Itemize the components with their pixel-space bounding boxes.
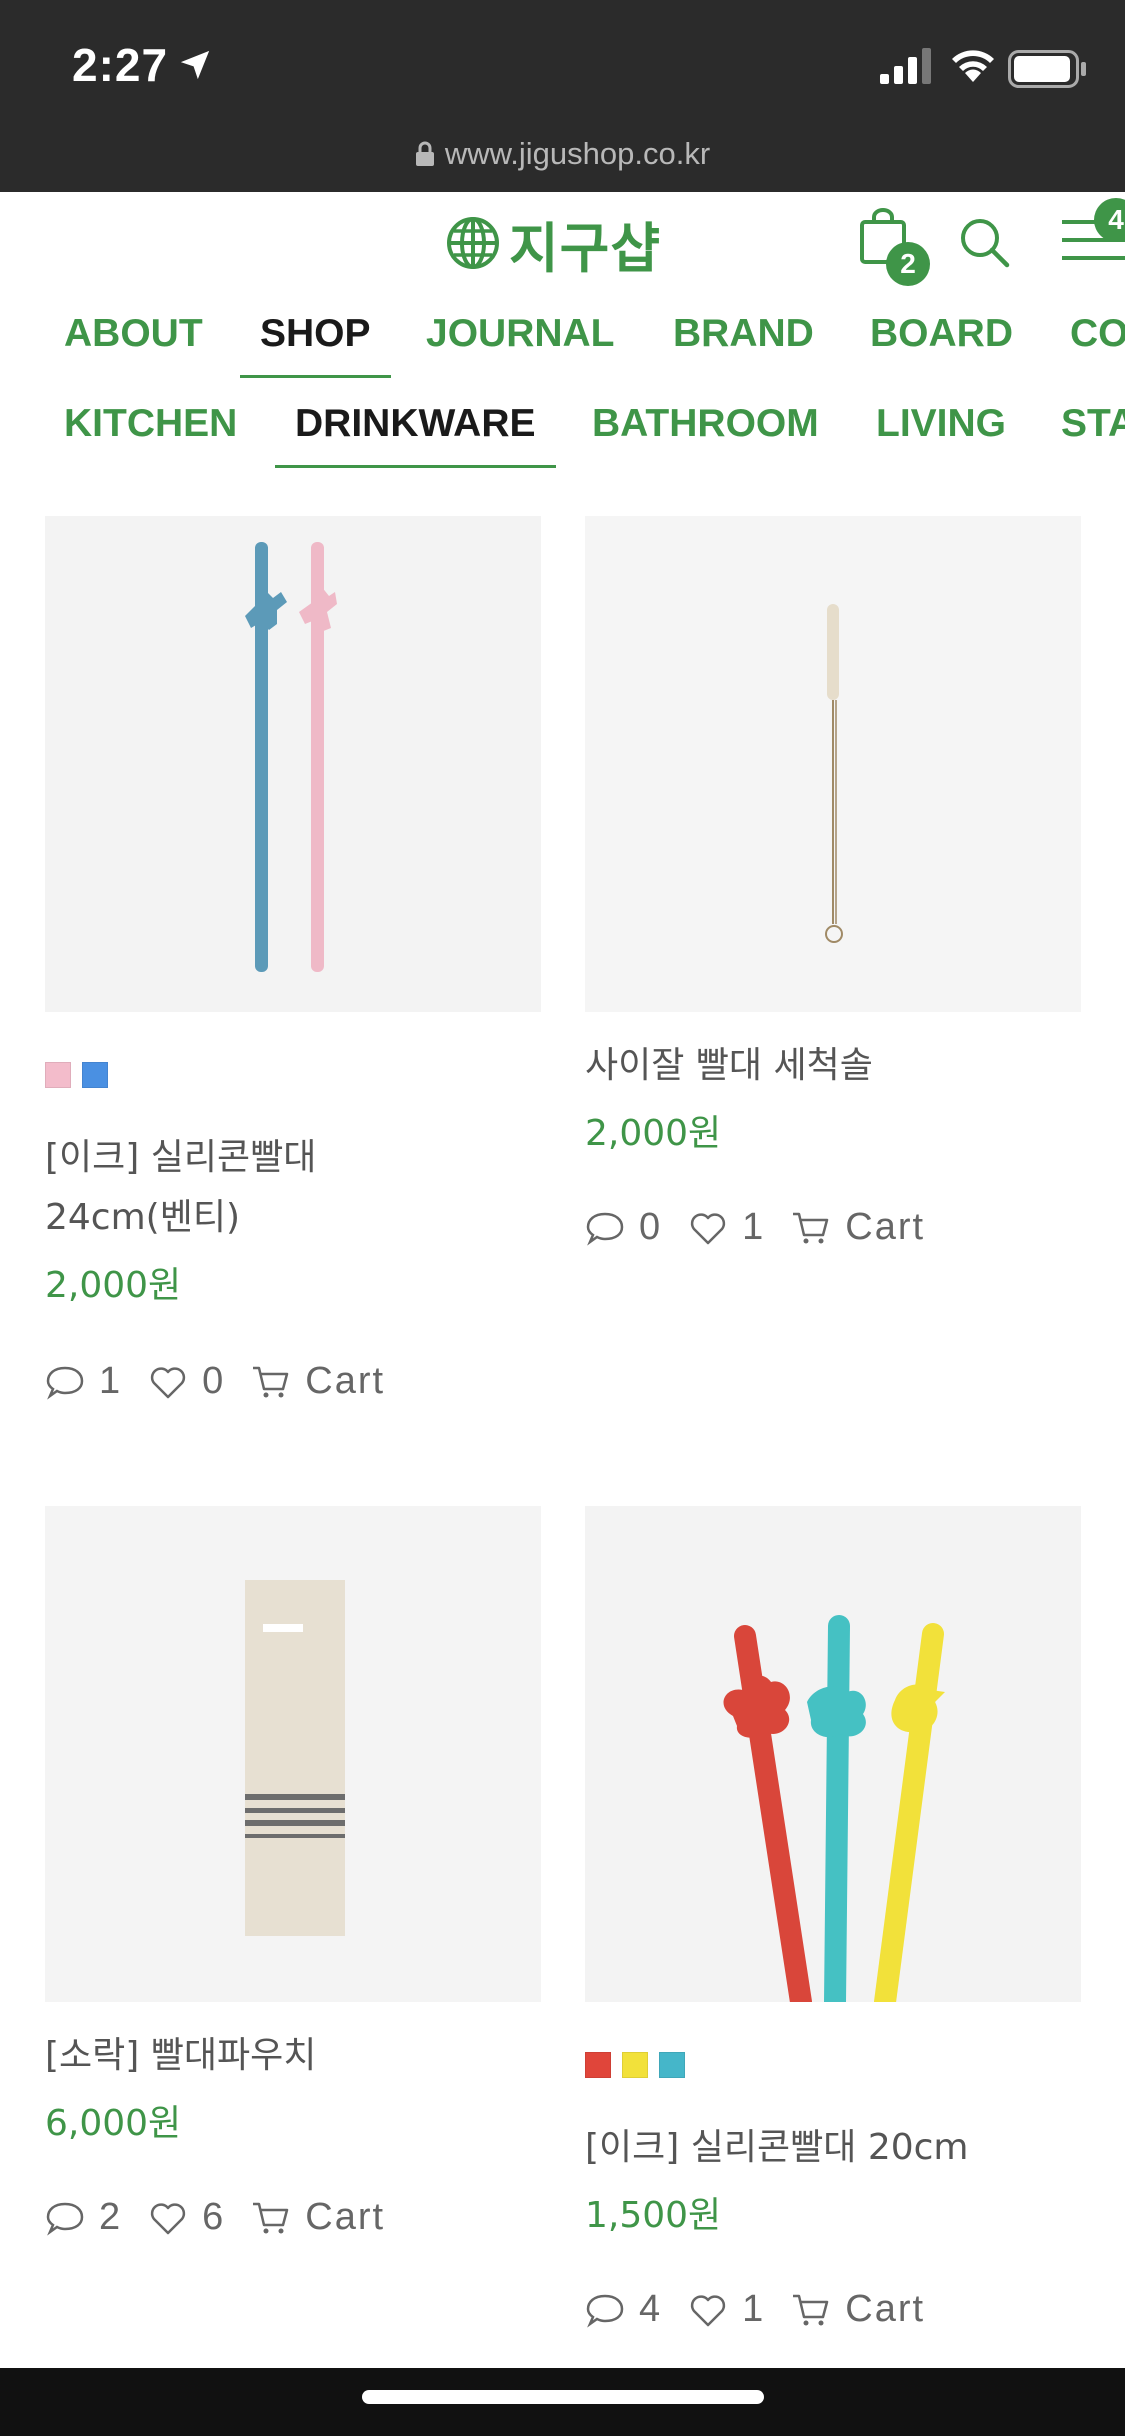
- comment-icon[interactable]: [585, 1208, 625, 1248]
- like-count: 1: [742, 2288, 764, 2330]
- product-name[interactable]: [이크] 실리콘빨대 24cm(벤티): [45, 1128, 541, 1248]
- heart-icon[interactable]: [148, 1362, 188, 1402]
- cart-count-badge: 2: [886, 242, 930, 286]
- comment-count: 0: [639, 1206, 661, 1248]
- home-indicator-bar: [0, 2368, 1125, 2436]
- swatch-pink[interactable]: [45, 1062, 71, 1088]
- cart-icon[interactable]: [791, 2290, 831, 2330]
- cart-icon[interactable]: [251, 2198, 291, 2238]
- swatch-teal[interactable]: [659, 2052, 685, 2078]
- nav-brand[interactable]: BRAND: [673, 296, 814, 378]
- nav-about[interactable]: ABOUT: [64, 296, 203, 378]
- comment-count: 1: [99, 1360, 121, 1402]
- swatch-red[interactable]: [585, 2052, 611, 2078]
- url-text: www.jigushop.co.kr: [444, 136, 711, 171]
- globe-icon: [447, 217, 499, 269]
- product-name[interactable]: 사이잘 빨대 세척솔: [585, 1036, 1081, 1096]
- status-bar: 2:27 www.jigushop.co.kr: [0, 0, 1125, 192]
- straw-brush-illustration: [585, 516, 1081, 1012]
- product-meta: 1 0 Cart: [45, 1360, 385, 1403]
- comment-icon[interactable]: [585, 2290, 625, 2330]
- product-name-line2: 24cm(벤티): [45, 1197, 240, 1238]
- product-image[interactable]: [585, 516, 1081, 1012]
- search-icon[interactable]: [958, 216, 1010, 268]
- product-name-line1: [이크] 실리콘빨대: [45, 1137, 317, 1178]
- product-meta: 0 1 Cart: [585, 1206, 925, 1249]
- product-meta: 2 6 Cart: [45, 2196, 385, 2239]
- heart-icon[interactable]: [688, 1208, 728, 1248]
- swatch-blue[interactable]: [82, 1062, 108, 1088]
- product-card[interactable]: [소락] 빨대파우치 6,000원 2 6 Cart: [45, 1506, 541, 2306]
- nav-board[interactable]: BOARD: [870, 296, 1013, 378]
- like-count: 0: [202, 1360, 224, 1402]
- category-sta[interactable]: STA: [1061, 386, 1125, 468]
- comment-icon[interactable]: [45, 1362, 85, 1402]
- url-bar[interactable]: www.jigushop.co.kr: [0, 136, 1125, 172]
- product-name[interactable]: [이크] 실리콘빨대 20cm: [585, 2118, 1081, 2178]
- comment-count: 2: [99, 2196, 121, 2238]
- product-card[interactable]: [이크] 실리콘빨대 24cm(벤티) 2,000원 1 0 Cart: [45, 516, 541, 1416]
- category-drinkware[interactable]: DRINKWARE: [275, 386, 555, 468]
- site-logo[interactable]: 지구샵: [445, 212, 661, 280]
- product-price: 2,000원: [45, 1265, 182, 1306]
- product-image[interactable]: [45, 516, 541, 1012]
- product-price: 1,500원: [585, 2195, 722, 2236]
- home-indicator[interactable]: [362, 2390, 764, 2404]
- product-image[interactable]: [585, 1506, 1081, 2002]
- wifi-icon: [952, 50, 994, 82]
- straw-pouch-illustration: [45, 1506, 541, 2002]
- add-to-cart-button[interactable]: Cart: [845, 1206, 925, 1249]
- nav-shop[interactable]: SHOP: [240, 296, 390, 378]
- add-to-cart-button[interactable]: Cart: [845, 2288, 925, 2331]
- cellular-signal-icon: [880, 48, 931, 84]
- color-swatches: [585, 2052, 685, 2078]
- category-kitchen[interactable]: KITCHEN: [64, 386, 237, 468]
- category-living[interactable]: LIVING: [876, 386, 1006, 468]
- cart-icon[interactable]: [791, 1208, 831, 1248]
- cart-icon[interactable]: [251, 1362, 291, 1402]
- product-card[interactable]: 사이잘 빨대 세척솔 2,000원 0 1 Cart: [585, 516, 1081, 1316]
- product-price: 2,000원: [585, 1113, 722, 1154]
- colored-straws-illustration: [585, 1506, 1081, 2002]
- product-name[interactable]: [소락] 빨대파우치: [45, 2026, 541, 2086]
- category-bathroom[interactable]: BATHROOM: [592, 386, 819, 468]
- add-to-cart-button[interactable]: Cart: [305, 1360, 385, 1403]
- logo-text: 지구샵: [509, 216, 662, 280]
- swatch-yellow[interactable]: [622, 2052, 648, 2078]
- nav-journal[interactable]: JOURNAL: [426, 296, 615, 378]
- like-count: 1: [742, 1206, 764, 1248]
- comment-count: 4: [639, 2288, 661, 2330]
- heart-icon[interactable]: [148, 2198, 188, 2238]
- nav-co[interactable]: CO: [1070, 296, 1125, 378]
- location-arrow-icon: [180, 50, 210, 80]
- product-image[interactable]: [45, 1506, 541, 2002]
- main-nav: ABOUT SHOP JOURNAL BRAND BOARD CO: [0, 296, 1125, 386]
- product-meta: 4 1 Cart: [585, 2288, 925, 2331]
- lock-icon: [415, 141, 434, 166]
- product-price: 6,000원: [45, 2103, 182, 2144]
- add-to-cart-button[interactable]: Cart: [305, 2196, 385, 2239]
- category-nav: KITCHEN DRINKWARE BATHROOM LIVING STA: [0, 386, 1125, 476]
- product-card[interactable]: [이크] 실리콘빨대 20cm 1,500원 4 1 Cart: [585, 1506, 1081, 2366]
- color-swatches: [45, 1062, 108, 1088]
- straw-illustration: [45, 516, 541, 1012]
- heart-icon[interactable]: [688, 2290, 728, 2330]
- site-header: 지구샵 2 4: [0, 192, 1125, 302]
- comment-icon[interactable]: [45, 2198, 85, 2238]
- like-count: 6: [202, 2196, 224, 2238]
- status-time: 2:27: [72, 39, 169, 91]
- battery-icon: [1008, 50, 1086, 88]
